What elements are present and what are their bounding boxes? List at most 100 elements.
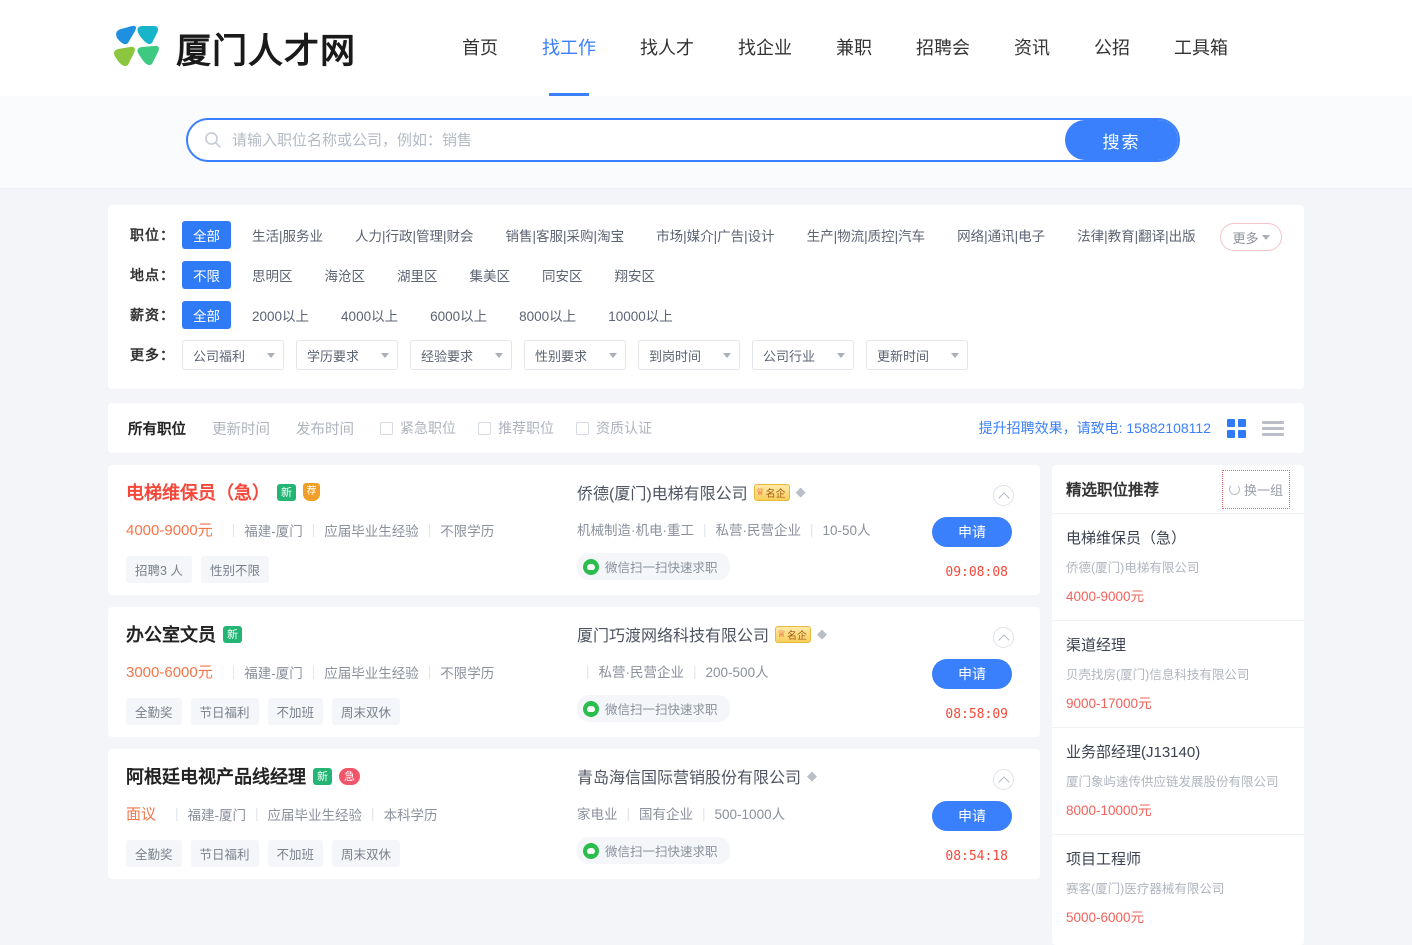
- filter-option-location-4[interactable]: 集美区: [459, 261, 522, 289]
- job-experience: 应届毕业生经验: [324, 523, 419, 539]
- job-card[interactable]: 阿根廷电视产品线经理 新 急 面议 | 福建-厦门 | 应届毕业生经验 | 本科…: [108, 749, 1040, 879]
- filter-option-position-6[interactable]: 网络|通讯|电子: [946, 221, 1056, 249]
- wechat-quick-apply-tag[interactable]: 微信扫一扫快速求职: [577, 837, 730, 864]
- filter-option-salary-3[interactable]: 6000以上: [419, 301, 498, 329]
- nav-item-part-time[interactable]: 兼职: [814, 0, 894, 96]
- separator: |: [175, 806, 179, 821]
- diamond-icon: ◆: [816, 626, 827, 641]
- wechat-quick-apply-tag[interactable]: 微信扫一扫快速求职: [577, 553, 730, 580]
- list-item[interactable]: 业务部经理(J13140) 厦门象屿速传供应链发展股份有限公司 8000-100…: [1052, 727, 1304, 834]
- nav-item-home[interactable]: 首页: [440, 0, 520, 96]
- filter-option-location-1[interactable]: 思明区: [241, 261, 304, 289]
- job-time: 08:58:09: [945, 707, 1008, 722]
- apply-button[interactable]: 申请: [932, 801, 1012, 831]
- job-title[interactable]: 电梯维保员（急）: [126, 479, 270, 505]
- list-view-icon[interactable]: [1262, 419, 1284, 438]
- filter-option-salary-4[interactable]: 8000以上: [508, 301, 587, 329]
- job-meta-row: 4000-9000元 | 福建-厦门 | 应届毕业生经验 | 不限学历: [126, 519, 571, 540]
- filter-option-position-4[interactable]: 市场|媒介|广告|设计: [645, 221, 786, 249]
- filter-option-position-0[interactable]: 全部: [182, 221, 231, 249]
- site-logo[interactable]: 厦门人才网: [104, 17, 356, 79]
- filter-option-salary-5[interactable]: 10000以上: [597, 301, 684, 329]
- company-name[interactable]: 青岛海信国际营销股份有限公司: [577, 764, 801, 788]
- filter-option-location-2[interactable]: 海沧区: [314, 261, 377, 289]
- wechat-label: 微信扫一扫快速求职: [605, 561, 718, 575]
- dropdown-experience[interactable]: 经验要求: [410, 340, 512, 370]
- separator: |: [371, 806, 375, 821]
- dropdown-gender[interactable]: 性别要求: [524, 340, 626, 370]
- apply-button[interactable]: 申请: [932, 659, 1012, 689]
- dropdown-label: 经验要求: [421, 348, 474, 364]
- recommended-job-salary: 9000-17000元: [1066, 696, 1152, 711]
- job-card-left: 办公室文员 新 3000-6000元 | 福建-厦门 | 应届毕业生经验 | 不…: [126, 621, 571, 725]
- checkbox-label: 紧急职位: [400, 420, 456, 436]
- dropdown-industry[interactable]: 公司行业: [752, 340, 854, 370]
- recommended-job-title: 渠道经理: [1066, 637, 1127, 654]
- chevron-up-icon[interactable]: [993, 485, 1014, 506]
- company-name[interactable]: 侨德(厦门)电梯有限公司: [577, 480, 748, 504]
- job-list: 电梯维保员（急） 新 荐 4000-9000元 | 福建-厦门 | 应届毕业生经…: [108, 465, 1040, 891]
- filter-option-position-3[interactable]: 销售|客服|采购|淘宝: [495, 221, 636, 249]
- checkbox-urgent-jobs[interactable]: 紧急职位: [380, 418, 456, 438]
- dropdown-update-time[interactable]: 更新时间: [866, 340, 968, 370]
- dropdown-start-date[interactable]: 到岗时间: [638, 340, 740, 370]
- filter-option-location-6[interactable]: 翔安区: [604, 261, 667, 289]
- job-card[interactable]: 办公室文员 新 3000-6000元 | 福建-厦门 | 应届毕业生经验 | 不…: [108, 607, 1040, 737]
- crown-icon: ♕: [755, 486, 765, 498]
- filter-option-location-3[interactable]: 湖里区: [386, 261, 449, 289]
- nav-item-job-fair[interactable]: 招聘会: [894, 0, 992, 96]
- filter-option-position-1[interactable]: 生活|服务业: [241, 221, 334, 249]
- filter-option-position-2[interactable]: 人力|行政|管理|财会: [344, 221, 485, 249]
- job-salary: 4000-9000元: [126, 522, 213, 539]
- job-card[interactable]: 电梯维保员（急） 新 荐 4000-9000元 | 福建-厦门 | 应届毕业生经…: [108, 465, 1040, 595]
- nav-item-find-talent[interactable]: 找人才: [618, 0, 716, 96]
- sidebar-header: 精选职位推荐 换一组: [1052, 465, 1304, 513]
- checkbox-recommended-jobs[interactable]: 推荐职位: [478, 418, 554, 438]
- chevron-up-icon[interactable]: [993, 627, 1014, 648]
- nav-item-public-recruit[interactable]: 公招: [1072, 0, 1152, 96]
- dropdown-education[interactable]: 学历要求: [296, 340, 398, 370]
- list-item[interactable]: 项目工程师 赛客(厦门)医疗器械有限公司 5000-6000元: [1052, 834, 1304, 941]
- nav-item-find-company[interactable]: 找企业: [716, 0, 814, 96]
- job-title[interactable]: 阿根廷电视产品线经理: [126, 763, 306, 789]
- refresh-group-label: 换一组: [1243, 482, 1283, 498]
- job-tag-row: 全勤奖 节日福利 不加班 周末双休: [126, 698, 571, 725]
- grid-view-icon[interactable]: [1227, 418, 1246, 438]
- checkbox-certified[interactable]: 资质认证: [576, 418, 652, 438]
- tab-all-jobs[interactable]: 所有职位: [128, 418, 186, 439]
- list-item[interactable]: 渠道经理 贝壳找房(厦门)信息科技有限公司 9000-17000元: [1052, 620, 1304, 727]
- filter-options-salary: 全部 2000以上 4000以上 6000以上 8000以上 10000以上: [182, 301, 694, 329]
- search-input[interactable]: [230, 126, 1065, 154]
- filter-option-position-5[interactable]: 生产|物流|质控|汽车: [796, 221, 937, 249]
- badge-new-icon: 新: [223, 625, 242, 643]
- tab-update-time[interactable]: 更新时间: [212, 418, 270, 439]
- more-filters-button[interactable]: 更多: [1220, 223, 1282, 251]
- search-icon: [204, 131, 222, 149]
- refresh-group-button[interactable]: 换一组: [1221, 469, 1290, 509]
- filter-option-location-5[interactable]: 同安区: [531, 261, 594, 289]
- recommended-jobs-sidebar: 精选职位推荐 换一组 电梯维保员（急） 侨德(厦门)电梯有限公司 4000-90…: [1052, 465, 1304, 945]
- chevron-up-icon[interactable]: [993, 769, 1014, 790]
- apply-button[interactable]: 申请: [932, 517, 1012, 547]
- filter-option-location-0[interactable]: 不限: [182, 261, 231, 289]
- job-tag: 不加班: [267, 698, 324, 725]
- filter-option-salary-2[interactable]: 4000以上: [330, 301, 409, 329]
- job-title-row: 阿根廷电视产品线经理 新 急: [126, 763, 571, 789]
- company-name[interactable]: 厦门巧渡网络科技有限公司: [577, 622, 769, 646]
- list-item[interactable]: 电梯维保员（急） 侨德(厦门)电梯有限公司 4000-9000元: [1052, 513, 1304, 620]
- dropdown-company-benefits[interactable]: 公司福利: [182, 340, 284, 370]
- job-title[interactable]: 办公室文员: [126, 621, 216, 647]
- job-time: 08:54:18: [945, 849, 1008, 864]
- filter-option-salary-1[interactable]: 2000以上: [241, 301, 320, 329]
- search-button[interactable]: 搜索: [1065, 120, 1178, 160]
- filter-row-salary: 薪资： 全部 2000以上 4000以上 6000以上 8000以上 10000…: [108, 295, 1304, 335]
- filter-option-salary-0[interactable]: 全部: [182, 301, 231, 329]
- tab-publish-time[interactable]: 发布时间: [296, 418, 354, 439]
- nav-item-news[interactable]: 资讯: [992, 0, 1072, 96]
- nav-item-toolbox[interactable]: 工具箱: [1152, 0, 1250, 96]
- job-title-row: 电梯维保员（急） 新 荐: [126, 479, 571, 505]
- job-education: 本科学历: [383, 807, 438, 823]
- nav-item-find-job[interactable]: 找工作: [520, 0, 618, 96]
- wechat-quick-apply-tag[interactable]: 微信扫一扫快速求职: [577, 695, 730, 722]
- filter-option-position-7[interactable]: 法律|教育|翻译|出版: [1066, 221, 1207, 249]
